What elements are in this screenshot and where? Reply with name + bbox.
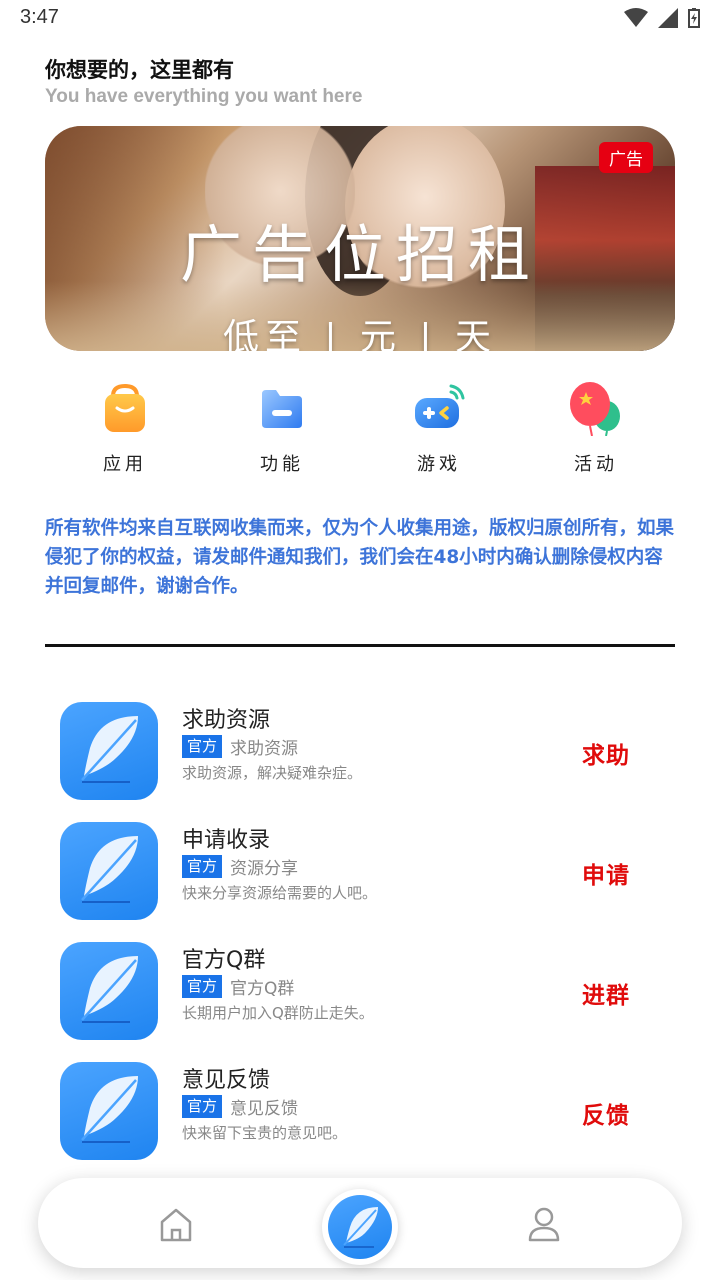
signal-icon [658,8,678,28]
wifi-icon [624,8,648,27]
list-item[interactable]: 官方Q群 官方 官方Q群 长期用户加入Q群防止走失。 进群 [60,942,660,1042]
ad-badge: 广告 [599,142,653,173]
section-divider [45,644,675,647]
quick-item-label: 活动 [574,454,618,475]
battery-icon [688,8,700,28]
shopping-bag-icon [105,383,145,432]
join-group-button[interactable]: 进群 [582,976,630,1010]
nav-center-circle [328,1195,392,1259]
list-item-description: 快来留下宝贵的意见吧。 [182,1124,348,1142]
quick-item-games[interactable]: 游戏 [379,380,499,476]
quick-item-label: 功能 [260,454,304,475]
list-item-category: 官方Q群 [230,979,295,999]
status-icons [624,8,700,28]
page-title: 你想要的，这里都有 [45,58,234,82]
status-time: 3:47 [20,6,59,28]
user-icon [528,1207,560,1242]
list-item-meta: 官方 意见反馈 [182,1094,298,1119]
list-item[interactable]: 申请收录 官方 资源分享 快来分享资源给需要的人吧。 申请 [60,822,660,922]
quick-item-label: 游戏 [417,454,461,475]
official-badge: 官方 [182,855,223,878]
nav-center-button[interactable] [322,1189,398,1265]
list-item-meta: 官方 求助资源 [182,734,298,759]
list-item-category: 求助资源 [230,739,299,759]
list-item-meta: 官方 官方Q群 [182,974,294,999]
apply-button[interactable]: 申请 [582,856,630,890]
feather-app-icon [60,822,158,920]
quick-nav: 应用 功能 游戏 活动 [45,380,675,480]
home-icon [160,1208,192,1242]
bottom-nav [38,1178,682,1268]
quick-item-activities[interactable]: 活动 [536,380,656,476]
ad-banner[interactable]: 广告位招租 低至 | 元 | 天 广告 [45,126,675,351]
balloon-icon [570,382,620,437]
list-item-category: 意见反馈 [230,1099,299,1119]
feedback-button[interactable]: 反馈 [582,1096,630,1130]
list-item-title: 官方Q群 [182,948,266,973]
page-subtitle: You have everything you want here [45,86,363,107]
official-badge: 官方 [182,975,223,998]
banner-title: 广告位招租 [179,218,540,291]
feather-app-icon [60,1062,158,1160]
quick-item-apps[interactable]: 应用 [65,380,185,476]
nav-profile-button[interactable] [522,1202,566,1246]
gamepad-icon [415,384,465,428]
list-item[interactable]: 意见反馈 官方 意见反馈 快来留下宝贵的意见吧。 反馈 [60,1062,660,1162]
list-item-title: 意见反馈 [182,1068,271,1093]
feather-app-icon [60,942,158,1040]
help-button[interactable]: 求助 [582,736,630,770]
quick-item-functions[interactable]: 功能 [222,380,342,476]
list-item-description: 求助资源，解决疑难杂症。 [182,764,363,782]
feather-app-icon [60,702,158,800]
nav-home-button[interactable] [154,1202,198,1246]
list-item-category: 资源分享 [230,859,299,879]
banner-subtitle: 低至 | 元 | 天 [222,317,498,351]
list-item-title: 求助资源 [182,708,271,733]
quick-item-label: 应用 [103,454,147,475]
list-item-description: 快来分享资源给需要的人吧。 [182,884,378,902]
list-item-description: 长期用户加入Q群防止走失。 [182,1004,374,1022]
official-badge: 官方 [182,735,223,758]
feather-icon [343,1207,378,1248]
copyright-notice: 所有软件均来自互联网收集而来，仅为个人收集用途，版权归原创所有，如果侵犯了你的权… [45,518,675,597]
official-badge: 官方 [182,1095,223,1118]
list-item[interactable]: 求助资源 官方 求助资源 求助资源，解决疑难杂症。 求助 [60,702,660,802]
list-item-meta: 官方 资源分享 [182,854,298,879]
status-bar: 3:47 [0,0,720,38]
folder-icon [262,390,302,428]
list-item-title: 申请收录 [182,828,271,853]
